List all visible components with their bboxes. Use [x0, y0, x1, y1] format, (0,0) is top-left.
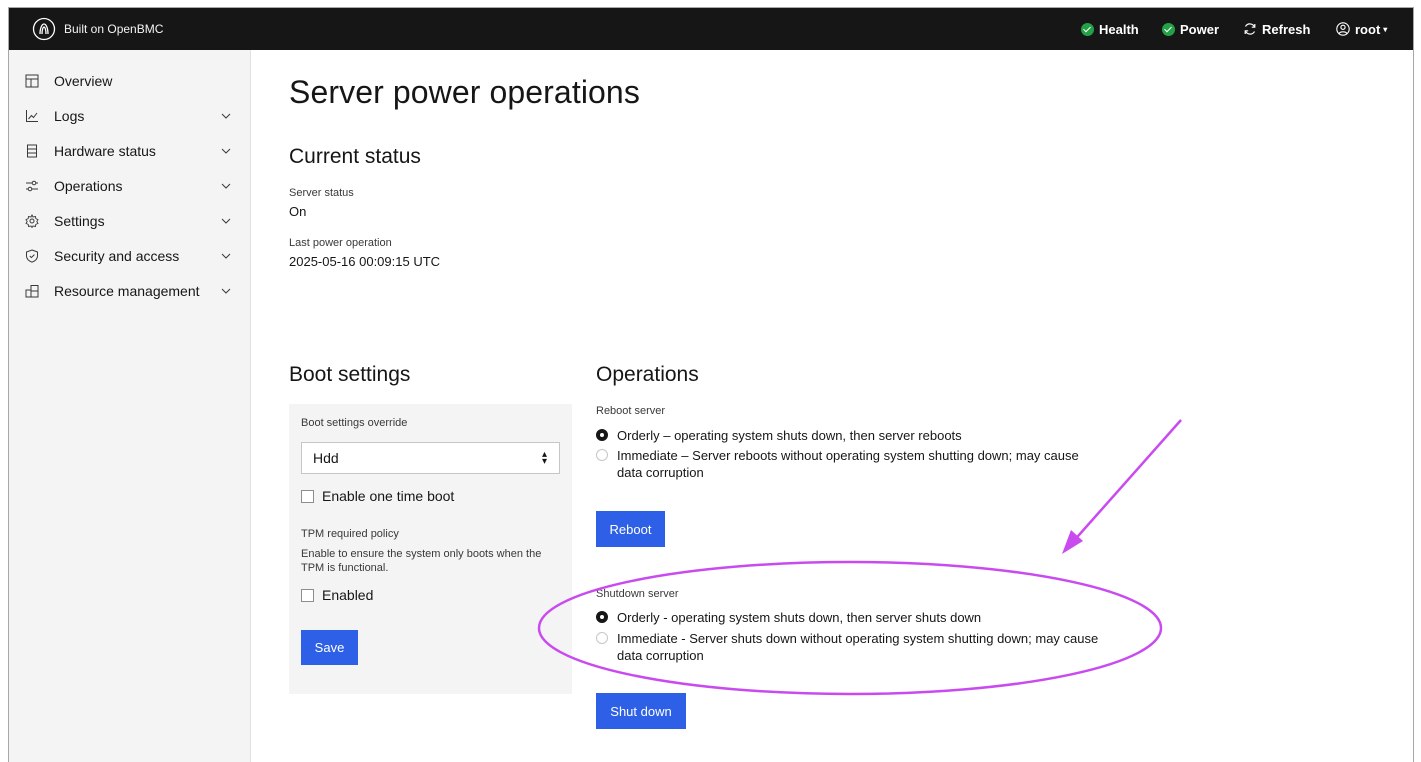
- reboot-button[interactable]: Reboot: [596, 511, 665, 547]
- chevron-down-icon: [221, 148, 231, 154]
- power-label: Power: [1180, 21, 1220, 37]
- chevron-down-icon: [221, 218, 231, 224]
- sidebar-item-operations[interactable]: Operations: [9, 168, 251, 203]
- chart-icon: [26, 109, 38, 122]
- radio-unchecked[interactable]: [596, 449, 608, 461]
- gear-icon: [25, 213, 39, 228]
- sidebar-item-security-and-access[interactable]: Security and access: [9, 238, 251, 273]
- checkbox-box[interactable]: [301, 489, 314, 503]
- annotation-arrow-head: [1062, 530, 1083, 554]
- health-label: Health: [1099, 21, 1139, 37]
- boot-override-label: Boot settings override: [301, 417, 408, 429]
- sidebar-item-label: Hardware status: [54, 142, 156, 159]
- dashboard-icon: [25, 74, 39, 87]
- user-label: root: [1355, 21, 1381, 37]
- select-caret-icon: ▴ ▾: [541, 449, 547, 467]
- refresh-label: Refresh: [1262, 21, 1311, 37]
- brand-text: Built on OpenBMC: [64, 22, 164, 36]
- user-menu[interactable]: root ▾: [1336, 8, 1387, 50]
- tpm-policy-description: Enable to ensure the system only boots w…: [301, 548, 542, 574]
- last-power-operation-value: 2025-05-16 00:09:15 UTC: [289, 254, 441, 269]
- tpm-enabled-label: Enabled: [322, 587, 374, 603]
- boot-settings-title: Boot settings: [289, 363, 411, 386]
- sidebar-item-label: Resource management: [54, 282, 200, 299]
- shut-down-button[interactable]: Shut down: [596, 693, 686, 729]
- current-status-title: Current status: [289, 145, 421, 168]
- power-status[interactable]: Power: [1162, 8, 1219, 50]
- shutdown-orderly-radio[interactable]: Orderly - operating system shuts down, t…: [596, 609, 1107, 626]
- sidebar-item-label: Security and access: [54, 247, 180, 264]
- sidebar-item-label: Logs: [54, 107, 85, 124]
- server-status-label: Server status: [289, 187, 354, 199]
- resources-icon: [25, 284, 39, 297]
- sidebar-item-hardware-status[interactable]: Hardware status: [9, 133, 251, 168]
- sidebar-nav: Overview Logs Hardware status Operations…: [9, 50, 251, 762]
- health-check-icon: [1081, 22, 1094, 36]
- page-title: Server power operations: [289, 74, 640, 110]
- health-status[interactable]: Health: [1081, 8, 1139, 50]
- shutdown-immediate-radio[interactable]: Immediate - Server shuts down without op…: [596, 630, 1107, 664]
- openbmc-logo-icon: [32, 17, 56, 41]
- sidebar-item-label: Settings: [54, 212, 105, 229]
- sidebar-item-logs[interactable]: Logs: [9, 98, 251, 133]
- reboot-server-label: Reboot server: [596, 405, 666, 417]
- boot-override-value: Hdd: [313, 450, 339, 466]
- radio-checked[interactable]: [596, 429, 608, 441]
- sidebar-item-label: Operations: [54, 177, 123, 194]
- refresh-button[interactable]: Refresh: [1243, 8, 1310, 50]
- last-power-operation-label: Last power operation: [289, 237, 392, 249]
- one-time-boot-label: Enable one time boot: [322, 488, 455, 504]
- sidebar-item-overview[interactable]: Overview: [9, 63, 251, 98]
- radio-unchecked[interactable]: [596, 632, 608, 644]
- refresh-icon: [1244, 23, 1256, 35]
- top-header: Built on OpenBMC Health Power Refresh ro…: [9, 8, 1413, 50]
- checkbox-box[interactable]: [301, 588, 314, 602]
- chevron-down-icon: [221, 183, 231, 189]
- boot-override-select[interactable]: Hdd ▴ ▾: [301, 442, 560, 474]
- server-status-value: On: [289, 204, 307, 219]
- radio-label: Orderly - operating system shuts down, t…: [617, 610, 982, 625]
- chevron-down-icon: [221, 113, 231, 119]
- annotation-ellipse: [537, 560, 1163, 696]
- server-icon: [27, 144, 37, 157]
- shutdown-server-label: Shutdown server: [596, 588, 679, 600]
- radio-label: Immediate – Server reboots without opera…: [617, 448, 1079, 480]
- boot-settings-panel: Boot settings override Hdd ▴ ▾ Enable one…: [289, 404, 572, 694]
- operations-title: Operations: [596, 363, 699, 386]
- shield-icon: [26, 248, 38, 263]
- chevron-down-icon: [221, 253, 231, 259]
- app-frame: Built on OpenBMC Health Power Refresh ro…: [8, 7, 1414, 762]
- tpm-policy-title: TPM required policy: [301, 528, 399, 540]
- radio-label: Immediate - Server shuts down without op…: [617, 631, 1099, 663]
- power-check-icon: [1162, 22, 1175, 36]
- sidebar-item-settings[interactable]: Settings: [9, 203, 251, 238]
- brand[interactable]: Built on OpenBMC: [32, 8, 163, 50]
- radio-label: Orderly – operating system shuts down, t…: [617, 428, 962, 443]
- sliders-icon: [26, 180, 38, 191]
- reboot-immediate-radio[interactable]: Immediate – Server reboots without opera…: [596, 447, 1107, 481]
- one-time-boot-checkbox[interactable]: Enable one time boot: [301, 488, 454, 504]
- radio-checked[interactable]: [596, 611, 608, 623]
- save-button[interactable]: Save: [301, 630, 358, 665]
- reboot-orderly-radio[interactable]: Orderly – operating system shuts down, t…: [596, 427, 1107, 444]
- sidebar-item-label: Overview: [54, 72, 113, 89]
- chevron-down-icon: [221, 288, 231, 294]
- caret-down-icon: ▾: [1383, 24, 1388, 34]
- user-avatar-icon: [1336, 22, 1350, 36]
- sidebar-item-resource-management[interactable]: Resource management: [9, 273, 251, 308]
- tpm-enabled-checkbox[interactable]: Enabled: [301, 587, 373, 603]
